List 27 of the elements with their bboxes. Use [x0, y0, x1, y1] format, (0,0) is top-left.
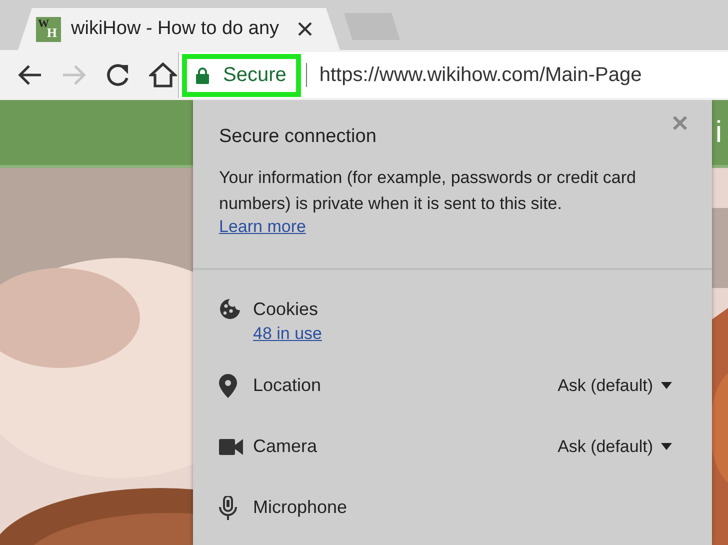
caret-icon: [661, 382, 672, 389]
permission-name: Camera: [253, 436, 318, 457]
permission-name: Cookies: [253, 298, 320, 320]
security-label: Secure: [223, 64, 286, 86]
security-indicator[interactable]: Secure: [182, 54, 302, 96]
permission-name: Microphone: [253, 497, 348, 518]
microphone-icon: [219, 496, 237, 520]
connection-description: Your information (for example, passwords or credit card numbers) is private when it is sent to this site.: [219, 167, 637, 215]
home-icon[interactable]: [149, 62, 177, 88]
permission-dropdown[interactable]: Ask (default): [558, 376, 672, 396]
cookie-icon: [219, 298, 241, 320]
location-pin-icon: [219, 374, 237, 398]
header-text: i: [715, 116, 722, 150]
reload-icon[interactable]: [105, 62, 131, 88]
learn-more-link[interactable]: Learn more: [219, 217, 306, 236]
address-bar[interactable]: Secure https://www.wikihow.com/Main-Page: [178, 52, 728, 98]
back-icon[interactable]: [17, 63, 43, 87]
permission-dropdown[interactable]: Ask (default): [558, 436, 672, 456]
lock-icon: [196, 66, 209, 84]
tab-title: wikiHow - How to do any: [71, 18, 280, 40]
popup-title: Secure connection: [219, 126, 378, 148]
cookies-in-use-link[interactable]: 48 in use: [253, 324, 672, 344]
permission-name: Location: [253, 375, 322, 396]
camera-icon: [219, 438, 243, 454]
close-icon[interactable]: [298, 22, 312, 36]
url-text: https://www.wikihow.com/Main-Page: [319, 64, 642, 86]
caret-icon: [661, 443, 672, 450]
